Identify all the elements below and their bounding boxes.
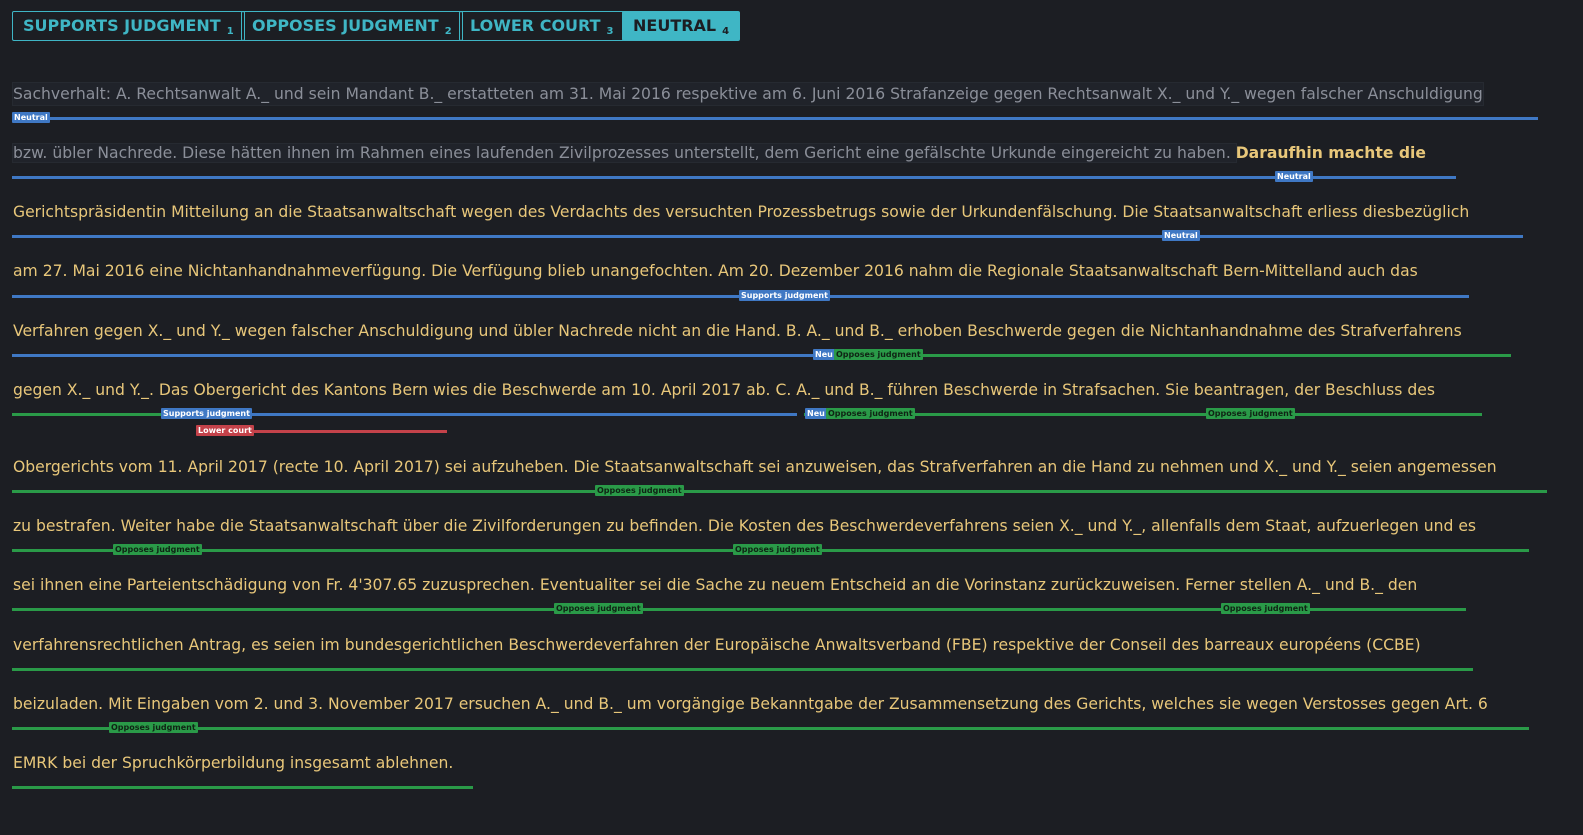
text-line-6[interactable]: gegen X._ und Y._. Das Obergericht des K…: [13, 379, 1435, 401]
filter-count: 4: [722, 26, 730, 37]
annotation-bar-supports: [162, 413, 797, 416]
annotation-tag-opposes[interactable]: Opposes judgment: [554, 603, 643, 614]
text-line-7[interactable]: Obergerichts vom 11. April 2017 (recte 1…: [13, 456, 1497, 478]
filter-count: 3: [606, 26, 614, 37]
annotation-bar-opposes: [12, 413, 162, 416]
filter-label: SUPPORTS JUDGMENT: [23, 16, 221, 35]
annotation-tag-opposes[interactable]: Opposes judgment: [113, 544, 202, 555]
annotation-tag-opposes[interactable]: Opposes judgment: [826, 408, 915, 419]
annotation-tag-opposes[interactable]: Opposes judgment: [834, 349, 923, 360]
annotation-tag-neutral[interactable]: Neutral: [1162, 230, 1200, 241]
annotation-bar-opposes: [830, 354, 1511, 357]
filter-neutral-button[interactable]: NEUTRAL 4: [622, 11, 741, 41]
text-line-11[interactable]: beizuladen. Mit Eingaben vom 2. und 3. N…: [13, 693, 1488, 715]
annotation-bar-neutral: [12, 176, 1456, 179]
annotation-bar-neutral: [12, 235, 1523, 238]
annotation-tag-supports[interactable]: Supports judgment: [161, 408, 252, 419]
annotation-tag-neutral[interactable]: Neu: [805, 408, 827, 419]
annotation-bar-opposes: [12, 727, 1529, 730]
filter-count: 2: [444, 26, 452, 37]
annotation-tag-neutral[interactable]: Neutral: [1275, 171, 1313, 182]
text-line-2-span[interactable]: Daraufhin machte die: [1236, 144, 1426, 162]
annotation-tag-lower-court[interactable]: Lower court: [196, 425, 254, 436]
annotation-tag-supports[interactable]: Supports judgment: [739, 290, 830, 301]
annotation-tag-neutral[interactable]: Neutral: [12, 112, 50, 123]
filter-count: 1: [226, 26, 234, 37]
annotation-bar-neutral: [12, 354, 830, 357]
annotation-tag-opposes[interactable]: Opposes judgment: [109, 722, 198, 733]
filter-label: NEUTRAL: [633, 16, 717, 35]
text-line-10[interactable]: verfahrensrechtlichen Antrag, es seien i…: [13, 634, 1421, 656]
filter-label: OPPOSES JUDGMENT: [252, 16, 439, 35]
filter-opposes-judgment-button[interactable]: OPPOSES JUDGMENT 2: [241, 11, 463, 41]
annotation-tag-opposes[interactable]: Opposes judgment: [1221, 603, 1310, 614]
text-line-3[interactable]: Gerichtspräsidentin Mitteilung an die St…: [13, 201, 1469, 223]
text-line-2[interactable]: bzw. übler Nachrede. Diese hätten ihnen …: [12, 142, 1426, 164]
text-line-1[interactable]: Sachverhalt: A. Rechtsanwalt A._ und sei…: [12, 82, 1484, 106]
annotation-bar-neutral: [12, 117, 1538, 120]
annotation-bar-opposes: [12, 786, 473, 789]
filter-lower-court-button[interactable]: LOWER COURT 3: [459, 11, 625, 41]
annotation-tag-opposes[interactable]: Opposes judgment: [1206, 408, 1295, 419]
filter-label: LOWER COURT: [470, 16, 601, 35]
text-line-5[interactable]: Verfahren gegen X._ und Y._ wegen falsch…: [13, 320, 1462, 342]
annotation-tag-neutral[interactable]: Neu: [813, 349, 835, 360]
annotation-tag-opposes[interactable]: Opposes judgment: [595, 485, 684, 496]
filter-supports-judgment-button[interactable]: SUPPORTS JUDGMENT 1: [12, 11, 245, 41]
annotation-bar-opposes: [12, 668, 1473, 671]
annotation-tag-opposes[interactable]: Opposes judgment: [733, 544, 822, 555]
text-line-12[interactable]: EMRK bei der Spruchkörperbildung insgesa…: [13, 752, 453, 774]
text-line-8[interactable]: zu bestrafen. Weiter habe die Staatsanwa…: [13, 515, 1476, 537]
text-line-9[interactable]: sei ihnen eine Parteientschädigung von F…: [13, 574, 1417, 596]
text-line-4[interactable]: am 27. Mai 2016 eine Nichtanhandnahmever…: [13, 260, 1418, 282]
annotation-bar-opposes: [12, 490, 1547, 493]
text-line-2-neutral-span[interactable]: bzw. übler Nachrede. Diese hätten ihnen …: [12, 143, 1237, 163]
